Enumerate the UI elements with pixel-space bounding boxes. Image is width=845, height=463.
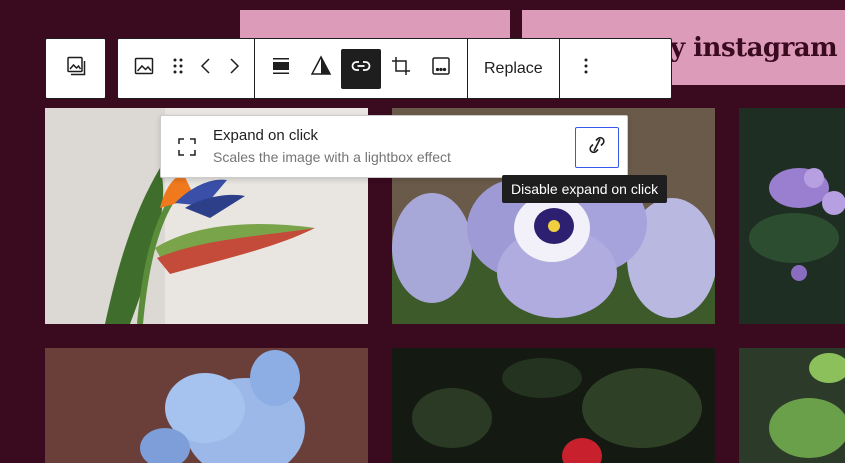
text-overlay-button[interactable] [421, 49, 461, 89]
toolbar-section-block [118, 39, 255, 98]
text-overlay-icon [429, 54, 453, 83]
align-icon [269, 54, 293, 83]
replace-button[interactable]: Replace [474, 49, 553, 89]
crop-icon [389, 54, 413, 83]
toolbar-section-replace: Replace [468, 39, 560, 98]
popover-description: Scales the image with a lightbox effect [213, 149, 451, 165]
more-vertical-icon [574, 54, 598, 83]
toolbar-section-more [560, 39, 612, 98]
gallery-image-red-bud[interactable] [392, 348, 715, 463]
more-options-button[interactable] [566, 49, 606, 89]
header-banner-text: y instagram [670, 33, 838, 63]
popover-text: Expand on click Scales the image with a … [213, 126, 627, 167]
toolbar-section-tools [255, 39, 468, 98]
tooltip: Disable expand on click [502, 175, 668, 203]
select-parent-gallery-button[interactable] [56, 49, 96, 89]
link-icon [349, 54, 373, 83]
drag-handle-button[interactable] [164, 49, 192, 89]
image-icon [132, 54, 156, 83]
crop-button[interactable] [381, 49, 421, 89]
chevron-left-icon [194, 54, 218, 83]
drag-handle-icon [166, 54, 190, 83]
block-toolbar: Replace [117, 38, 672, 99]
move-right-button[interactable] [220, 49, 248, 89]
move-left-button[interactable] [192, 49, 220, 89]
toolbar-parent-group [45, 38, 106, 99]
popover-title: Expand on click [213, 127, 319, 144]
gallery-image-purple-flowers[interactable] [739, 108, 845, 324]
disable-expand-on-click-button[interactable] [575, 127, 619, 168]
gallery-icon [64, 54, 88, 83]
gallery-image-green-leaves[interactable] [739, 348, 845, 463]
block-type-image-button[interactable] [124, 49, 164, 89]
duotone-filter-icon [309, 54, 333, 83]
link-button[interactable] [341, 48, 381, 89]
expand-on-click-popover: Expand on click Scales the image with a … [160, 115, 628, 178]
align-button[interactable] [261, 49, 301, 89]
chevron-right-icon [222, 54, 246, 83]
fullscreen-icon [161, 135, 213, 159]
duotone-filter-button[interactable] [301, 49, 341, 89]
gallery-image-blue-plumbago[interactable] [45, 348, 368, 463]
link-off-icon [585, 133, 609, 162]
